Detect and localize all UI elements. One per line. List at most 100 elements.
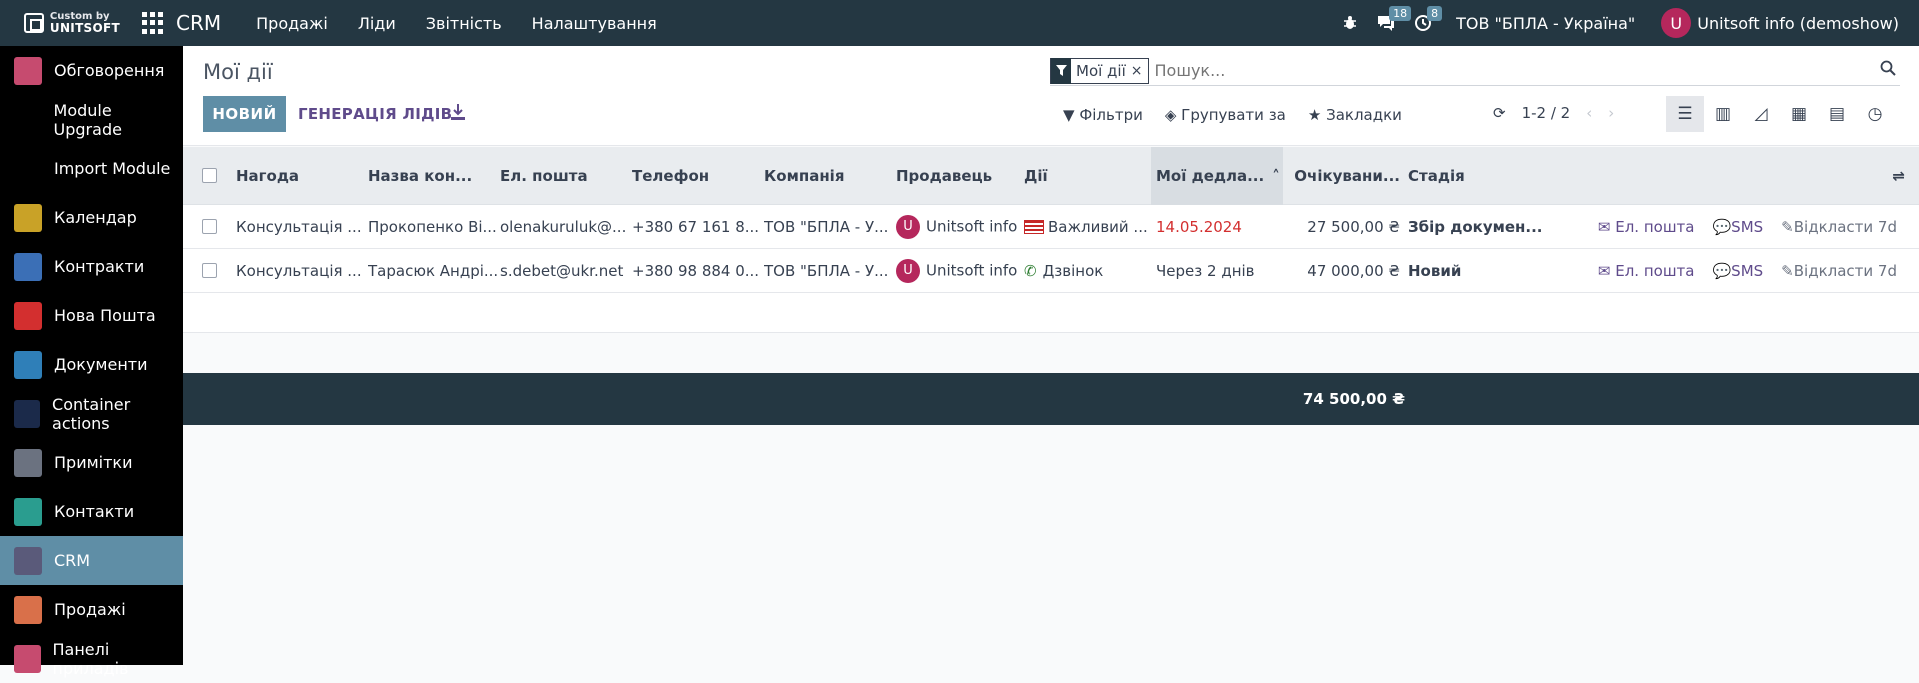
cell-expected[interactable]: 27 500,00 ₴ (1283, 218, 1408, 236)
sidebar-item-1[interactable]: Module Upgrade (0, 95, 183, 144)
optional-columns-icon[interactable]: ⇌ (1548, 167, 1919, 185)
sidebar-item-2[interactable]: Import Module (0, 144, 183, 193)
download-icon[interactable] (451, 104, 465, 124)
row-snooze-button[interactable]: ✎Відкласти 7d (1781, 218, 1897, 236)
cell-email[interactable]: s.debet@ukr.net (500, 262, 632, 280)
list-table: Нагода Назва кон... Ел. пошта Телефон Ко… (183, 146, 1919, 425)
cell-salesperson[interactable]: U Unitsoft info (896, 214, 1024, 239)
apps-grid-icon[interactable] (142, 12, 164, 34)
cell-deadline[interactable]: Через 2 днів (1151, 262, 1283, 280)
row-checkbox[interactable] (202, 219, 217, 234)
envelope-icon: ✉ (1597, 217, 1611, 236)
pager-next-icon[interactable]: › (1608, 104, 1614, 122)
search-bar[interactable]: Мої дії × (1050, 56, 1900, 86)
messages-icon[interactable]: 18 (1376, 6, 1412, 32)
sidebar-item-10[interactable]: CRM (0, 536, 183, 585)
header-activities[interactable]: Дії (1024, 167, 1151, 185)
row-email-button[interactable]: ✉ Ел. пошта (1598, 262, 1695, 280)
filters-toggle[interactable]: ▼ Фільтри (1063, 106, 1143, 124)
debug-bug-icon[interactable] (1342, 15, 1358, 31)
cell-opportunity[interactable]: Консультація ... (236, 262, 368, 280)
cell-salesperson[interactable]: U Unitsoft info (896, 258, 1024, 283)
cell-phone[interactable]: +380 67 161 8... (632, 218, 764, 236)
header-expected[interactable]: Очікувани... (1283, 167, 1408, 185)
table-row[interactable]: Консультація ... Прокопенко Ві... olenakur… (183, 205, 1919, 249)
sidebar-item-label: Контракти (54, 257, 145, 276)
company-switcher[interactable]: ТОВ "БПЛА - Україна" (1456, 14, 1635, 33)
snooze-icon: ✎ (1781, 261, 1794, 280)
row-sms-button[interactable]: 💬SMS (1712, 218, 1763, 236)
sidebar-item-12[interactable]: Панелі приладів (0, 634, 183, 683)
row-snooze-button[interactable]: ✎Відкласти 7d (1781, 262, 1897, 280)
activity-view-icon[interactable]: ◷ (1856, 96, 1894, 132)
kanban-view-icon[interactable]: ▥ (1704, 96, 1742, 132)
sidebar-item-8[interactable]: Примітки (0, 438, 183, 487)
brand-logo[interactable]: Custom by UNITSOFT (0, 0, 120, 46)
sidebar-item-4[interactable]: Контракти (0, 242, 183, 291)
cell-email[interactable]: olenakuruluk@... (500, 218, 632, 236)
menu-leads[interactable]: Ліди (358, 14, 396, 33)
pager-value[interactable]: 1-2 / 2 (1522, 104, 1571, 122)
table-row[interactable]: Консультація ... Тарасюк Андрі... s.debet@… (183, 249, 1919, 293)
app-sidebar: Обговорення Module Upgrade Import Module Ка… (0, 46, 183, 678)
pager-prev-icon[interactable]: ‹ (1586, 104, 1592, 122)
header-deadline[interactable]: Мої дедла... ˄ (1151, 146, 1283, 205)
sidebar-item-5[interactable]: Нова Пошта (0, 291, 183, 340)
chat-icon (14, 56, 42, 85)
menu-reporting[interactable]: Звітність (426, 14, 502, 33)
app-name[interactable]: CRM (176, 11, 221, 35)
cell-expected[interactable]: 47 000,00 ₴ (1283, 262, 1408, 280)
cell-opportunity[interactable]: Консультація ... (236, 218, 368, 236)
facet-remove-icon[interactable]: × (1131, 63, 1148, 79)
header-email[interactable]: Ел. пошта (500, 167, 632, 185)
cell-phone[interactable]: +380 98 884 0... (632, 262, 764, 280)
activities-clock-icon[interactable]: 8 (1414, 6, 1443, 32)
user-menu[interactable]: U Unitsoft info (demoshow) (1661, 8, 1899, 38)
sidebar-item-label: Продажі (54, 600, 126, 619)
sidebar-item-11[interactable]: Продажі (0, 585, 183, 634)
sidebar-item-7[interactable]: Container actions (0, 389, 183, 438)
activities-badge: 8 (1427, 6, 1443, 21)
graph-view-icon[interactable]: ◿ (1742, 96, 1780, 132)
cell-stage[interactable]: Новий (1408, 262, 1548, 280)
cell-contact[interactable]: Прокопенко Ві... (368, 218, 500, 236)
sidebar-item-3[interactable]: Календар (0, 193, 183, 242)
crm-icon (14, 546, 42, 575)
groupby-toggle[interactable]: ◈ Групувати за (1165, 106, 1286, 124)
refresh-icon[interactable]: ⟳ (1493, 104, 1506, 122)
sms-action-label: SMS (1731, 261, 1764, 280)
cell-company[interactable]: ТОВ "БПЛА - У... (764, 262, 896, 280)
row-checkbox[interactable] (202, 263, 217, 278)
menu-settings[interactable]: Налаштування (532, 14, 657, 33)
row-sms-button[interactable]: 💬SMS (1712, 262, 1763, 280)
sidebar-item-6[interactable]: Документи (0, 340, 183, 389)
cell-stage[interactable]: Збір докумен... (1408, 218, 1548, 236)
header-salesperson[interactable]: Продавець (896, 167, 1024, 185)
cell-activity[interactable]: ✆ Дзвінок (1024, 262, 1151, 280)
table-body: Консультація ... Прокопенко Ві... olenakur… (183, 205, 1919, 293)
cell-deadline[interactable]: 14.05.2024 (1151, 218, 1283, 236)
select-all-checkbox[interactable] (202, 168, 217, 183)
new-button[interactable]: НОВИЙ (203, 96, 286, 132)
list-view-icon[interactable]: ☰ (1666, 96, 1704, 132)
search-facet[interactable]: Мої дії × (1050, 57, 1149, 84)
cell-company[interactable]: ТОВ "БПЛА - У... (764, 218, 896, 236)
header-company[interactable]: Компанія (764, 167, 896, 185)
search-icon[interactable] (1880, 60, 1896, 81)
cell-activity[interactable]: Важливий ... (1024, 218, 1151, 236)
favorites-toggle[interactable]: ★ Закладки (1308, 106, 1402, 124)
main-content: Мої дії Мої дії × НОВИЙ ГЕНЕРАЦІЯ ЛІДІВ … (183, 46, 1919, 665)
calendar-view-icon[interactable]: ▤ (1818, 96, 1856, 132)
sidebar-item-9[interactable]: Контакти (0, 487, 183, 536)
header-phone[interactable]: Телефон (632, 167, 764, 185)
pivot-view-icon[interactable]: ▦ (1780, 96, 1818, 132)
header-opportunity[interactable]: Нагода (236, 167, 368, 185)
search-input[interactable] (1154, 61, 1880, 80)
header-stage[interactable]: Стадія (1408, 167, 1548, 185)
menu-sales[interactable]: Продажі (256, 14, 328, 33)
cell-contact[interactable]: Тарасюк Андрі... (368, 262, 500, 280)
sidebar-item-0[interactable]: Обговорення (0, 46, 183, 95)
row-email-button[interactable]: ✉ Ел. пошта (1598, 218, 1695, 236)
header-contact[interactable]: Назва кон... (368, 167, 500, 185)
generate-leads-button[interactable]: ГЕНЕРАЦІЯ ЛІДІВ (298, 96, 452, 132)
